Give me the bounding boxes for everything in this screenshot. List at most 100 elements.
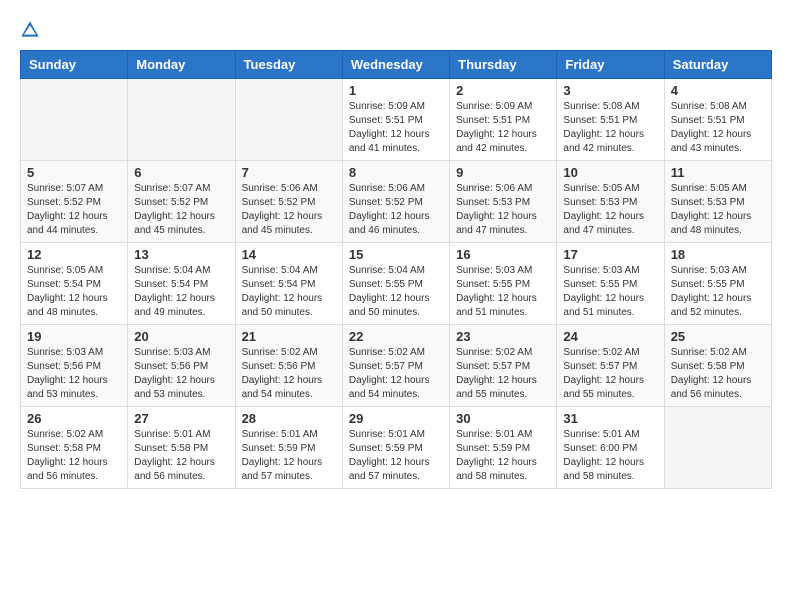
day-number: 5 xyxy=(27,165,121,180)
calendar-cell xyxy=(128,79,235,161)
day-info: Sunrise: 5:08 AMSunset: 5:51 PMDaylight:… xyxy=(671,100,765,156)
day-info: Sunrise: 5:02 AMSunset: 5:57 PMDaylight:… xyxy=(456,346,550,402)
day-info: Sunrise: 5:06 AMSunset: 5:52 PMDaylight:… xyxy=(242,182,336,238)
calendar-cell: 28Sunrise: 5:01 AMSunset: 5:59 PMDayligh… xyxy=(235,407,342,489)
day-info: Sunrise: 5:02 AMSunset: 5:56 PMDaylight:… xyxy=(242,346,336,402)
calendar-cell: 25 Sunrise: 5:02 AMSunset: 5:58 PMDayligh… xyxy=(664,325,771,407)
day-number: 27 xyxy=(134,411,228,426)
day-info: Sunrise: 5:03 AMSunset: 5:56 PMDaylight:… xyxy=(27,346,121,402)
day-number: 1 xyxy=(349,83,443,98)
calendar-cell: 7 Sunrise: 5:06 AMSunset: 5:52 PMDaylight… xyxy=(235,161,342,243)
calendar-cell: 17 Sunrise: 5:03 AMSunset: 5:55 PMDayligh… xyxy=(557,243,664,325)
calendar-header-row: SundayMondayTuesdayWednesdayThursdayFrid… xyxy=(21,51,772,79)
day-number: 24 xyxy=(563,329,657,344)
day-info: Sunrise: 5:01 AMSunset: 5:59 PMDaylight:… xyxy=(456,428,550,484)
day-info: Sunrise: 5:05 AMSunset: 5:53 PMDaylight:… xyxy=(671,182,765,238)
day-number: 23 xyxy=(456,329,550,344)
calendar-cell: 18 Sunrise: 5:03 AMSunset: 5:55 PMDayligh… xyxy=(664,243,771,325)
calendar-cell: 12Sunrise: 5:05 AMSunset: 5:54 PMDayligh… xyxy=(21,243,128,325)
day-info: Sunrise: 5:04 AMSunset: 5:55 PMDaylight:… xyxy=(349,264,443,320)
calendar-cell: 14 Sunrise: 5:04 AMSunset: 5:54 PMDayligh… xyxy=(235,243,342,325)
day-number: 14 xyxy=(242,247,336,262)
day-info: Sunrise: 5:02 AMSunset: 5:58 PMDaylight:… xyxy=(27,428,121,484)
calendar-cell: 22 Sunrise: 5:02 AMSunset: 5:57 PMDayligh… xyxy=(342,325,449,407)
calendar-week-row: 5 Sunrise: 5:07 AMSunset: 5:52 PMDaylight… xyxy=(21,161,772,243)
day-header-friday: Friday xyxy=(557,51,664,79)
calendar-cell: 15 Sunrise: 5:04 AMSunset: 5:55 PMDayligh… xyxy=(342,243,449,325)
day-info: Sunrise: 5:04 AMSunset: 5:54 PMDaylight:… xyxy=(242,264,336,320)
calendar-week-row: 1 Sunrise: 5:09 AMSunset: 5:51 PMDaylight… xyxy=(21,79,772,161)
day-number: 21 xyxy=(242,329,336,344)
day-info: Sunrise: 5:05 AMSunset: 5:54 PMDaylight:… xyxy=(27,264,121,320)
day-number: 10 xyxy=(563,165,657,180)
calendar-cell: 1 Sunrise: 5:09 AMSunset: 5:51 PMDaylight… xyxy=(342,79,449,161)
day-number: 6 xyxy=(134,165,228,180)
logo xyxy=(20,20,44,40)
calendar-cell xyxy=(235,79,342,161)
calendar-cell: 10 Sunrise: 5:05 AMSunset: 5:53 PMDayligh… xyxy=(557,161,664,243)
day-info: Sunrise: 5:04 AMSunset: 5:54 PMDaylight:… xyxy=(134,264,228,320)
calendar-cell: 20 Sunrise: 5:03 AMSunset: 5:56 PMDayligh… xyxy=(128,325,235,407)
day-number: 29 xyxy=(349,411,443,426)
calendar-cell: 31 Sunrise: 5:01 AMSunset: 6:00 PMDayligh… xyxy=(557,407,664,489)
day-header-wednesday: Wednesday xyxy=(342,51,449,79)
calendar-table: SundayMondayTuesdayWednesdayThursdayFrid… xyxy=(20,50,772,489)
calendar-cell: 6 Sunrise: 5:07 AMSunset: 5:52 PMDaylight… xyxy=(128,161,235,243)
day-info: Sunrise: 5:08 AMSunset: 5:51 PMDaylight:… xyxy=(563,100,657,156)
calendar-cell: 29Sunrise: 5:01 AMSunset: 5:59 PMDayligh… xyxy=(342,407,449,489)
day-info: Sunrise: 5:02 AMSunset: 5:57 PMDaylight:… xyxy=(349,346,443,402)
day-info: Sunrise: 5:03 AMSunset: 5:55 PMDaylight:… xyxy=(456,264,550,320)
page-header xyxy=(20,20,772,40)
day-header-sunday: Sunday xyxy=(21,51,128,79)
calendar-cell: 13 Sunrise: 5:04 AMSunset: 5:54 PMDayligh… xyxy=(128,243,235,325)
day-number: 25 xyxy=(671,329,765,344)
day-number: 13 xyxy=(134,247,228,262)
calendar-cell: 30 Sunrise: 5:01 AMSunset: 5:59 PMDayligh… xyxy=(450,407,557,489)
calendar-cell: 26 Sunrise: 5:02 AMSunset: 5:58 PMDayligh… xyxy=(21,407,128,489)
day-info: Sunrise: 5:03 AMSunset: 5:56 PMDaylight:… xyxy=(134,346,228,402)
day-info: Sunrise: 5:07 AMSunset: 5:52 PMDaylight:… xyxy=(27,182,121,238)
day-info: Sunrise: 5:03 AMSunset: 5:55 PMDaylight:… xyxy=(563,264,657,320)
calendar-week-row: 26 Sunrise: 5:02 AMSunset: 5:58 PMDayligh… xyxy=(21,407,772,489)
day-header-saturday: Saturday xyxy=(664,51,771,79)
calendar-cell: 23 Sunrise: 5:02 AMSunset: 5:57 PMDayligh… xyxy=(450,325,557,407)
day-info: Sunrise: 5:09 AMSunset: 5:51 PMDaylight:… xyxy=(349,100,443,156)
day-number: 16 xyxy=(456,247,550,262)
day-number: 20 xyxy=(134,329,228,344)
day-number: 26 xyxy=(27,411,121,426)
day-number: 7 xyxy=(242,165,336,180)
day-info: Sunrise: 5:03 AMSunset: 5:55 PMDaylight:… xyxy=(671,264,765,320)
day-number: 9 xyxy=(456,165,550,180)
day-header-monday: Monday xyxy=(128,51,235,79)
day-header-tuesday: Tuesday xyxy=(235,51,342,79)
calendar-cell: 21 Sunrise: 5:02 AMSunset: 5:56 PMDayligh… xyxy=(235,325,342,407)
calendar-cell: 3 Sunrise: 5:08 AMSunset: 5:51 PMDaylight… xyxy=(557,79,664,161)
logo-icon xyxy=(20,20,40,40)
day-info: Sunrise: 5:09 AMSunset: 5:51 PMDaylight:… xyxy=(456,100,550,156)
calendar-cell: 24Sunrise: 5:02 AMSunset: 5:57 PMDayligh… xyxy=(557,325,664,407)
calendar-cell: 27 Sunrise: 5:01 AMSunset: 5:58 PMDayligh… xyxy=(128,407,235,489)
day-number: 31 xyxy=(563,411,657,426)
day-number: 22 xyxy=(349,329,443,344)
day-info: Sunrise: 5:02 AMSunset: 5:58 PMDaylight:… xyxy=(671,346,765,402)
day-info: Sunrise: 5:07 AMSunset: 5:52 PMDaylight:… xyxy=(134,182,228,238)
day-number: 15 xyxy=(349,247,443,262)
day-info: Sunrise: 5:01 AMSunset: 5:58 PMDaylight:… xyxy=(134,428,228,484)
calendar-cell: 2Sunrise: 5:09 AMSunset: 5:51 PMDaylight… xyxy=(450,79,557,161)
day-number: 19 xyxy=(27,329,121,344)
calendar-cell: 11 Sunrise: 5:05 AMSunset: 5:53 PMDayligh… xyxy=(664,161,771,243)
calendar-cell: 16 Sunrise: 5:03 AMSunset: 5:55 PMDayligh… xyxy=(450,243,557,325)
day-number: 8 xyxy=(349,165,443,180)
day-info: Sunrise: 5:01 AMSunset: 5:59 PMDaylight:… xyxy=(242,428,336,484)
day-number: 17 xyxy=(563,247,657,262)
day-info: Sunrise: 5:01 AMSunset: 6:00 PMDaylight:… xyxy=(563,428,657,484)
calendar-cell: 19 Sunrise: 5:03 AMSunset: 5:56 PMDayligh… xyxy=(21,325,128,407)
calendar-cell xyxy=(21,79,128,161)
day-info: Sunrise: 5:06 AMSunset: 5:53 PMDaylight:… xyxy=(456,182,550,238)
day-info: Sunrise: 5:05 AMSunset: 5:53 PMDaylight:… xyxy=(563,182,657,238)
day-number: 3 xyxy=(563,83,657,98)
day-number: 30 xyxy=(456,411,550,426)
day-number: 11 xyxy=(671,165,765,180)
calendar-cell: 5 Sunrise: 5:07 AMSunset: 5:52 PMDaylight… xyxy=(21,161,128,243)
day-number: 18 xyxy=(671,247,765,262)
